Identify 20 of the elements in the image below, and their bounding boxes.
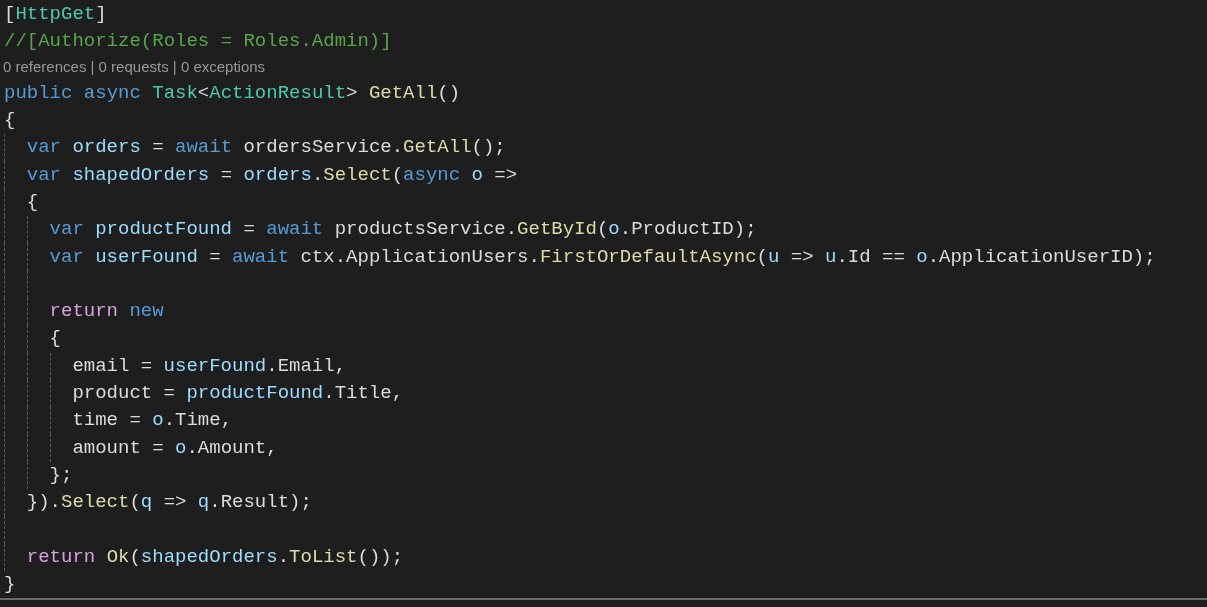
code-line: product = productFound.Title, [4,379,404,408]
code-lens[interactable]: 0 references | 0 requests | 0 exceptions [3,55,1207,80]
code-line: var userFound = await ctx.ApplicationUsers.FirstOrDefaultAsync(u => u.Id == o.ApplicationUserID); [4,243,1156,271]
code-line: { [4,325,61,353]
code-line: public async Task<ActionResult> GetAll() [4,80,461,106]
code-line: { [4,188,39,217]
code-line: email = userFound.Email, [4,352,347,380]
code-line: //[Authorize(Roles = Roles.Admin)] [4,29,392,55]
code-line: var productFound = await productsService.GetById(o.ProductID); [4,216,757,244]
code-line: [HttpGet] [4,2,107,28]
code-line: return Ok(shapedOrders.ToList()); [4,543,404,571]
code-line: time = o.Time, [4,407,233,435]
code-line: } [4,572,16,598]
code-line: var shapedOrders = orders.Select(async o => [4,161,518,189]
code-line: amount = o.Amount, [4,434,278,462]
code-line: return new [4,297,164,326]
code-line: }).Select(q => q.Result); [4,489,312,517]
code-line: { [4,108,16,134]
code-line: }; [4,461,73,490]
code-line: var orders = await ordersService.GetAll(); [4,134,506,162]
